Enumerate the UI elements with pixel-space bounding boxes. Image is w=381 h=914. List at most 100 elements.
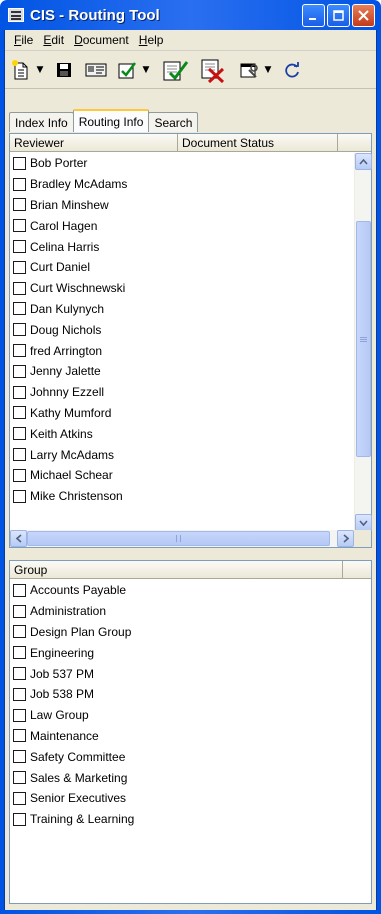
group-row[interactable]: Training & Learning <box>10 809 134 830</box>
new-document-dropdown[interactable]: ▼ <box>35 57 45 83</box>
group-row[interactable]: Maintenance <box>10 726 134 747</box>
group-checkbox[interactable] <box>13 771 26 785</box>
close-button[interactable] <box>352 3 375 27</box>
client-area: File Edit Document Help ▼ ▼ ▼ Index Info… <box>4 30 377 910</box>
reviewer-checkbox[interactable] <box>13 468 26 482</box>
reviewer-checkbox[interactable] <box>13 260 26 274</box>
reviewer-name: fred Arrington <box>30 343 103 358</box>
reviewer-checkbox[interactable] <box>13 489 26 503</box>
scroll-right-button[interactable] <box>337 530 354 547</box>
group-row[interactable]: Job 538 PM <box>10 684 134 705</box>
reviewer-vertical-scrollbar[interactable] <box>354 153 372 531</box>
route-check-button[interactable] <box>161 57 189 83</box>
reviewer-checkbox[interactable] <box>13 448 26 462</box>
column-header-document-status[interactable]: Document Status <box>178 134 338 151</box>
group-row[interactable]: Administration <box>10 601 134 622</box>
title-bar[interactable]: CIS - Routing Tool <box>4 0 377 30</box>
reviewer-row[interactable]: Keith Atkins <box>10 423 127 444</box>
group-row[interactable]: Engineering <box>10 642 134 663</box>
tab-search[interactable]: Search <box>148 112 199 132</box>
group-checkbox[interactable] <box>13 667 26 681</box>
reviewer-row[interactable]: Bradley McAdams <box>10 174 127 195</box>
app-icon[interactable] <box>8 8 24 22</box>
reviewer-checkbox[interactable] <box>13 156 26 170</box>
group-checkbox[interactable] <box>13 750 26 764</box>
group-name: Senior Executives <box>30 791 127 806</box>
save-icon <box>57 62 71 77</box>
reviewer-row[interactable]: Johnny Ezzell <box>10 382 127 403</box>
reviewer-checkbox[interactable] <box>13 427 26 441</box>
reviewer-checkbox[interactable] <box>13 177 26 191</box>
reviewer-row[interactable]: Celina Harris <box>10 236 127 257</box>
properties-dropdown[interactable]: ▼ <box>263 57 273 83</box>
reviewer-horizontal-scrollbar[interactable] <box>10 530 354 547</box>
column-header-group[interactable]: Group <box>10 561 343 578</box>
reviewer-checkbox[interactable] <box>13 219 26 233</box>
check-dropdown[interactable]: ▼ <box>141 57 151 83</box>
reviewer-name: Mike Christenson <box>30 489 123 504</box>
reviewer-checkbox[interactable] <box>13 281 26 295</box>
reviewer-row[interactable]: Curt Daniel <box>10 257 127 278</box>
reviewer-row[interactable]: fred Arrington <box>10 340 127 361</box>
reviewer-row[interactable]: Jenny Jalette <box>10 361 127 382</box>
new-document-button[interactable] <box>11 57 31 83</box>
horizontal-scroll-thumb[interactable] <box>27 531 330 546</box>
group-row[interactable]: Accounts Payable <box>10 580 134 601</box>
reviewer-checkbox[interactable] <box>13 406 26 420</box>
group-row[interactable]: Sales & Marketing <box>10 767 134 788</box>
group-row[interactable]: Law Group <box>10 705 134 726</box>
reviewer-row[interactable]: Michael Schear <box>10 465 127 486</box>
maximize-button[interactable] <box>327 3 350 27</box>
reviewer-row[interactable]: Bob Porter <box>10 153 127 174</box>
group-row[interactable]: Safety Committee <box>10 746 134 767</box>
group-checkbox[interactable] <box>13 729 26 743</box>
column-header-reviewer[interactable]: Reviewer <box>10 134 178 151</box>
reviewer-row[interactable]: Carol Hagen <box>10 215 127 236</box>
close-icon <box>358 9 369 21</box>
group-row[interactable]: Job 537 PM <box>10 663 134 684</box>
refresh-button[interactable] <box>283 57 301 83</box>
group-row[interactable]: Design Plan Group <box>10 622 134 643</box>
reviewer-checkbox[interactable] <box>13 240 26 254</box>
group-checkbox[interactable] <box>13 812 26 826</box>
reviewer-row[interactable]: Curt Wischnewski <box>10 278 127 299</box>
reviewer-checkbox[interactable] <box>13 323 26 337</box>
reviewer-checkbox[interactable] <box>13 198 26 212</box>
scroll-up-button[interactable] <box>355 153 372 170</box>
group-checkbox[interactable] <box>13 791 26 805</box>
menu-help[interactable]: Help <box>134 33 169 47</box>
reviewer-checkbox[interactable] <box>13 302 26 316</box>
check-button[interactable] <box>117 57 137 83</box>
group-checkbox[interactable] <box>13 604 26 618</box>
save-button[interactable] <box>55 57 73 83</box>
route-delete-button[interactable] <box>199 57 227 83</box>
reviewer-checkbox[interactable] <box>13 385 26 399</box>
reviewer-name: Carol Hagen <box>30 218 98 233</box>
group-checkbox[interactable] <box>13 708 26 722</box>
reviewer-checkbox[interactable] <box>13 364 26 378</box>
reviewer-row[interactable]: Brian Minshew <box>10 195 127 216</box>
group-checkbox[interactable] <box>13 687 26 701</box>
menu-file[interactable]: File <box>9 33 38 47</box>
tab-routing-info[interactable]: Routing Info <box>72 109 150 132</box>
group-checkbox[interactable] <box>13 646 26 660</box>
reviewer-row[interactable]: Kathy Mumford <box>10 403 127 424</box>
menu-document[interactable]: Document <box>69 33 134 47</box>
group-checkbox[interactable] <box>13 625 26 639</box>
minimize-button[interactable] <box>302 3 325 27</box>
reviewer-name: Kathy Mumford <box>30 405 112 420</box>
reviewer-row[interactable]: Larry McAdams <box>10 444 127 465</box>
group-row[interactable]: Senior Executives <box>10 788 134 809</box>
reviewer-row[interactable]: Mike Christenson <box>10 486 127 507</box>
reviewer-checkbox[interactable] <box>13 344 26 358</box>
vertical-scroll-thumb[interactable] <box>356 221 371 457</box>
scroll-left-button[interactable] <box>10 530 27 547</box>
reviewer-row[interactable]: Dan Kulynych <box>10 299 127 320</box>
reviewer-row[interactable]: Doug Nichols <box>10 319 127 340</box>
group-checkbox[interactable] <box>13 583 26 597</box>
card-button[interactable] <box>85 57 107 83</box>
properties-button[interactable] <box>239 57 259 83</box>
tab-index-info[interactable]: Index Info <box>9 112 74 132</box>
menu-edit[interactable]: Edit <box>38 33 69 47</box>
scroll-down-button[interactable] <box>355 514 372 531</box>
